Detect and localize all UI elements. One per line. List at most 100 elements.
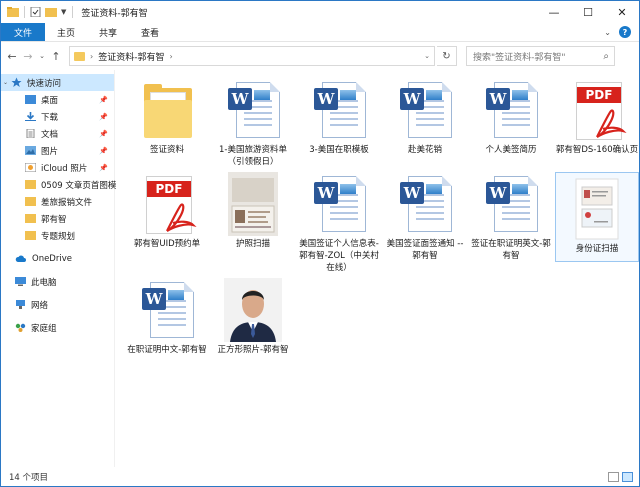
explorer-window: ▼ 签证资料-郭有智 — ☐ ✕ 文件 主页 共享 查看 ⌄ ? ← → ⌄ ↑… [0,0,640,487]
back-icon[interactable]: ← [5,50,19,63]
sidebar-item-desktop[interactable]: 桌面 📌 [1,91,114,108]
customize-toolbar-icon[interactable]: ▼ [61,8,66,16]
file-list: 签证资料 W 1-美国旅游资料单（引领假日） W 3-美国在职模板 W 赴美花销 W 个人美签简… [115,70,639,467]
star-icon [11,77,22,87]
status-bar: 14 个项目 [1,467,639,486]
folder-icon[interactable] [7,7,19,17]
sidebar-item-network[interactable]: 网络 [1,296,114,313]
pdf-icon: PDF [568,78,627,142]
file-item-word-document[interactable]: W 美国签证个人信息表-郭有智-ZOL（中关村在线） [297,172,381,274]
file-item-pdf-document[interactable]: PDF 郭有智DS-160确认页 [555,78,639,156]
breadcrumb[interactable]: 签证资料-郭有智 [98,50,164,63]
recent-locations-icon[interactable]: ⌄ [37,52,47,60]
search-icon: ⌕ [603,50,609,62]
folder-icon [25,214,36,223]
file-item-word-document[interactable]: W 签证在职证明英文-郭有智 [469,172,553,262]
file-name: 郭有智UID预约单 [133,239,201,249]
forward-icon[interactable]: → [21,50,35,63]
word-document-icon: W [482,78,540,142]
sidebar-item-documents[interactable]: 文档 📌 [1,125,114,142]
file-item-word-document[interactable]: W 1-美国旅游资料单（引领假日） [211,78,295,168]
address-dropdown-icon[interactable]: ⌄ [424,52,434,60]
breadcrumb-chevron-icon[interactable]: › [169,52,172,61]
sidebar-item-folder[interactable]: 差旅报销文件 [1,193,114,210]
navigation-pane: ⌄ 快速访问 桌面 📌 下载 📌 文档 📌 图片 📌 iCloud 照片 📌 0… [1,70,116,467]
word-document-icon: W [482,172,540,236]
pin-icon: 📌 [99,112,108,121]
file-name: 赴美花销 [407,145,442,155]
pin-icon: 📌 [99,163,108,172]
file-item-image[interactable]: 护照扫描 [211,172,295,250]
sidebar-item-this-pc[interactable]: 此电脑 [1,273,114,290]
file-item-word-document[interactable]: W 赴美花销 [383,78,467,156]
word-document-icon: W [138,278,196,342]
word-document-icon: W [224,78,282,142]
properties-icon[interactable] [30,7,42,17]
minimize-icon[interactable]: — [537,1,571,23]
help-icon[interactable]: ? [619,26,631,38]
file-item-image[interactable]: 正方形照片-郭有智 [211,278,295,356]
folder-icon [25,197,36,206]
address-bar[interactable]: › 签证资料-郭有智 › ⌄ [69,46,435,66]
file-item-word-document[interactable]: W 个人美签简历 [469,78,553,156]
sidebar-item-pictures[interactable]: 图片 📌 [1,142,114,159]
main-area: ⌄ 快速访问 桌面 📌 下载 📌 文档 📌 图片 📌 iCloud 照片 📌 0… [1,70,639,467]
view-switcher [608,471,639,482]
sidebar-item-label: 郭有智 [41,214,67,225]
large-icons-view-icon[interactable] [622,471,633,482]
sidebar-item-label: 快速访问 [27,78,62,89]
sidebar-item-icloud-photos[interactable]: iCloud 照片 📌 [1,159,114,176]
sidebar-item-homegroup[interactable]: 家庭组 [1,319,114,336]
sidebar-item-label: iCloud 照片 [41,163,88,174]
id-card-scan-thumbnail [568,177,626,241]
chevron-down-icon[interactable]: ⌄ [3,79,11,86]
sidebar-item-folder[interactable]: 0509 文章页首图模 [1,176,116,193]
close-icon[interactable]: ✕ [605,1,639,23]
expand-ribbon-icon[interactable]: ⌄ [604,28,611,37]
onedrive-icon [15,255,26,262]
file-item-image[interactable]: 身份证扫描 [555,172,639,262]
file-item-pdf-document[interactable]: PDF 郭有智UID预约单 [125,172,209,250]
sidebar-item-downloads[interactable]: 下载 📌 [1,108,114,125]
up-icon[interactable]: ↑ [49,50,63,63]
sidebar-item-label: 文档 [41,129,59,140]
download-icon [25,112,36,121]
file-item-folder[interactable]: 签证资料 [125,78,209,156]
title-bar: ▼ 签证资料-郭有智 — ☐ ✕ [1,1,639,23]
navigation-bar: ← → ⌄ ↑ › 签证资料-郭有智 › ⌄ ↻ 搜索"签证资料-郭有智" ⌕ [1,42,639,70]
sidebar-item-label: 差旅报销文件 [41,197,93,208]
sidebar-item-label: 网络 [31,300,49,311]
tab-home[interactable]: 主页 [45,23,87,41]
sidebar-item-folder[interactable]: 郭有智 [1,210,114,227]
sidebar-item-label: 桌面 [41,95,59,106]
refresh-icon[interactable]: ↻ [437,46,457,66]
folder-icon [74,51,85,61]
sidebar-item-onedrive[interactable]: OneDrive [1,250,114,267]
details-view-icon[interactable] [608,471,619,482]
word-document-icon: W [310,78,368,142]
file-item-word-document[interactable]: W 3-美国在职模板 [297,78,381,156]
file-name: 美国签证面签通知 --郭有智 [386,239,464,261]
sidebar-item-label: 家庭组 [31,323,57,334]
tab-file[interactable]: 文件 [1,23,46,41]
tab-view[interactable]: 查看 [129,23,171,41]
title-separator [72,6,74,18]
sidebar-item-quick-access[interactable]: ⌄ 快速访问 [1,74,114,91]
portrait-photo-thumbnail [224,278,282,342]
passport-scan-thumbnail [224,172,282,236]
toolbar-separator [24,6,25,18]
file-item-word-document[interactable]: W 美国签证面签通知 --郭有智 [383,172,467,262]
pin-icon: 📌 [99,129,108,138]
new-folder-icon[interactable] [45,7,57,17]
search-input[interactable]: 搜索"签证资料-郭有智" ⌕ [466,46,615,66]
maximize-icon[interactable]: ☐ [571,1,605,23]
sidebar-item-label: 专题规划 [41,231,76,242]
sidebar-item-folder[interactable]: 专题规划 [1,227,114,244]
word-document-icon: W [396,78,454,142]
homegroup-icon [15,323,26,332]
breadcrumb-chevron-icon[interactable]: › [90,52,93,61]
file-name: 3-美国在职模板 [309,145,369,155]
file-item-word-document[interactable]: W 在职证明中文-郭有智 [125,278,209,356]
computer-icon [15,277,26,286]
tab-share[interactable]: 共享 [87,23,129,41]
